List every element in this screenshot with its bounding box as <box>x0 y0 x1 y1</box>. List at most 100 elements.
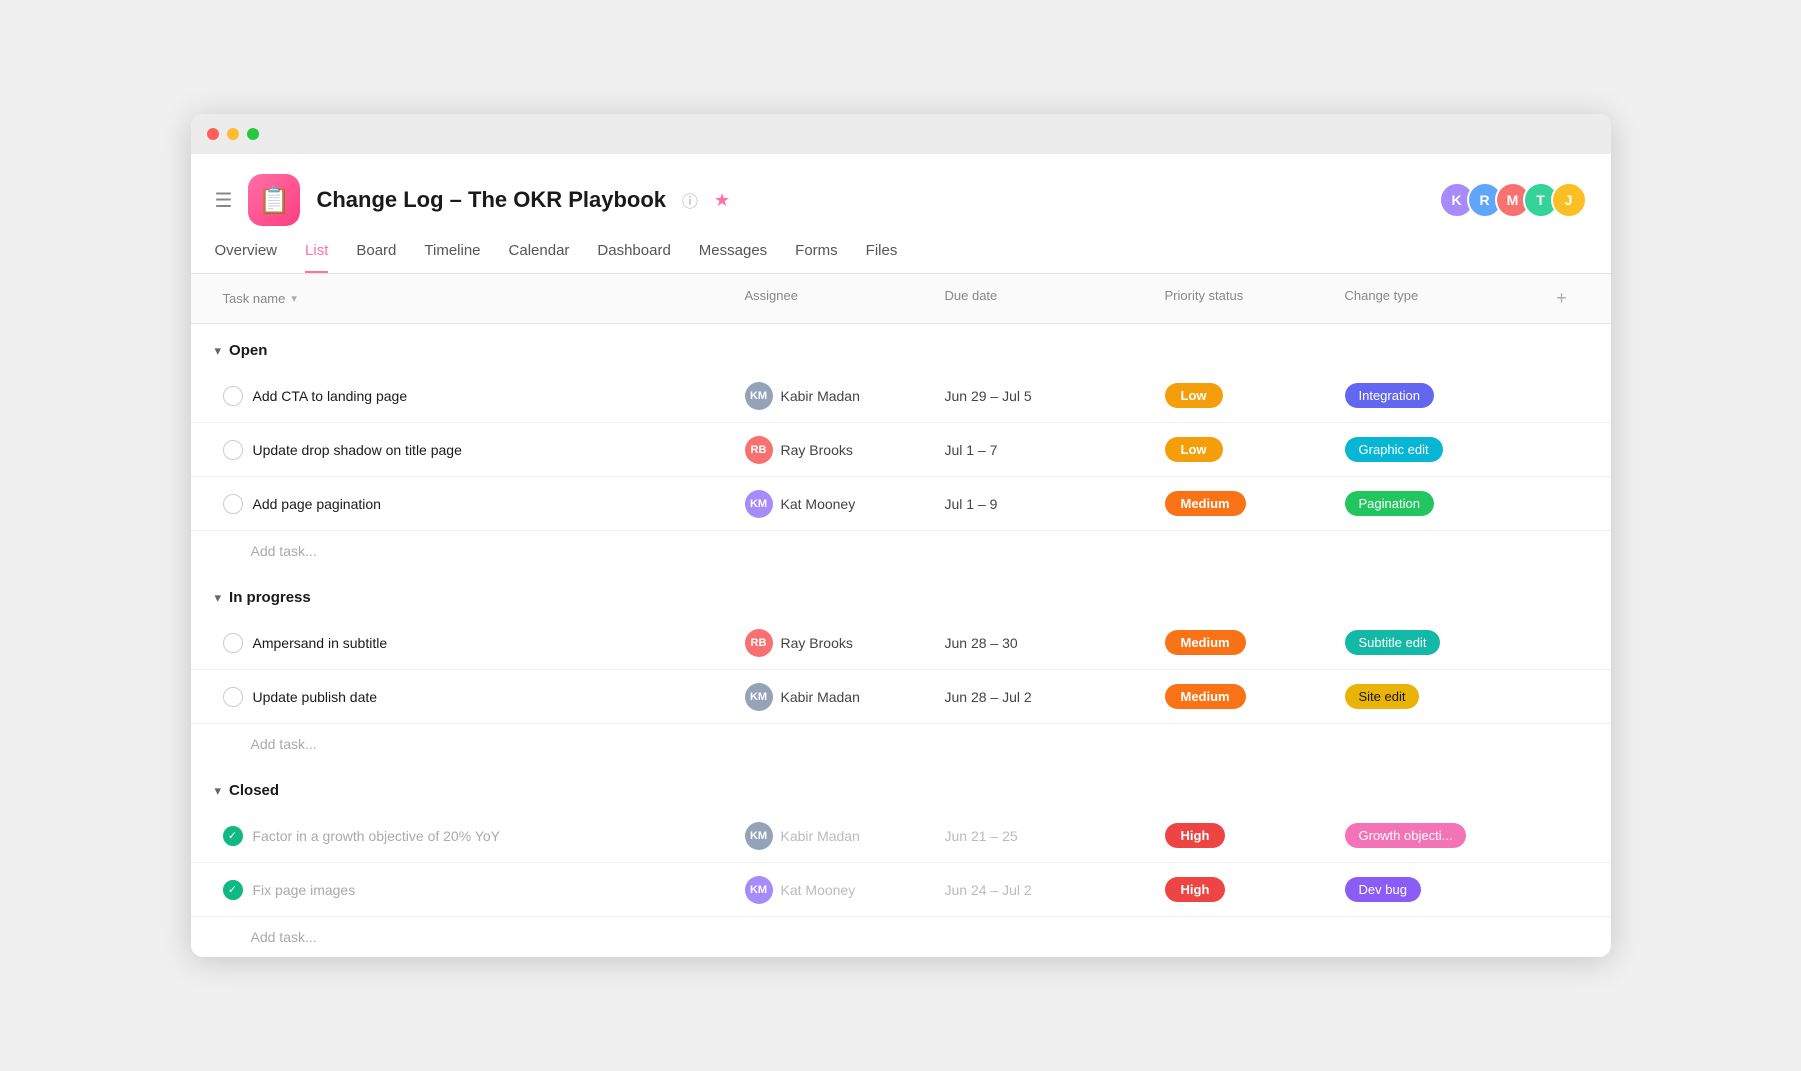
priority-cell: Medium <box>1157 483 1337 524</box>
task-name-text: Fix page images <box>253 882 356 898</box>
task-name-cell: Add page pagination <box>215 486 737 522</box>
task-name-text: Add page pagination <box>253 496 381 512</box>
priority-badge: High <box>1165 877 1226 902</box>
check-icon[interactable]: ✓ <box>223 826 243 846</box>
check-icon[interactable]: ✓ <box>223 880 243 900</box>
priority-badge: Low <box>1165 383 1223 408</box>
tab-overview[interactable]: Overview <box>215 242 278 273</box>
check-icon[interactable] <box>223 386 243 406</box>
priority-cell: High <box>1157 869 1337 910</box>
assignee-name: Ray Brooks <box>781 635 853 651</box>
add-column-button[interactable]: + <box>1537 274 1587 323</box>
nav-tabs: Overview List Board Timeline Calendar Da… <box>191 226 1611 274</box>
tab-messages[interactable]: Messages <box>699 242 767 273</box>
section-header-closed[interactable]: ▾ Closed <box>191 764 1611 809</box>
priority-badge: High <box>1165 823 1226 848</box>
priority-cell: Low <box>1157 375 1337 416</box>
check-icon[interactable] <box>223 494 243 514</box>
task-name-text: Add CTA to landing page <box>253 388 408 404</box>
section-title: Open <box>229 342 267 359</box>
assignee-cell: RB Ray Brooks <box>737 621 937 665</box>
app-icon: 📋 <box>248 174 300 226</box>
add-task-button[interactable]: Add task... <box>191 724 1611 764</box>
change-type-cell: Subtitle edit <box>1337 622 1537 663</box>
col-assignee: Assignee <box>737 274 937 323</box>
project-title: Change Log – The OKR Playbook <box>316 187 666 213</box>
tab-files[interactable]: Files <box>866 242 898 273</box>
priority-cell: Medium <box>1157 676 1337 717</box>
check-icon[interactable] <box>223 440 243 460</box>
task-name-text: Update drop shadow on title page <box>253 442 462 458</box>
due-date-cell: Jun 28 – 30 <box>937 627 1157 659</box>
section-in-progress: ▾ In progress Ampersand in subtitle RB R… <box>191 571 1611 764</box>
task-name-cell: Add CTA to landing page <box>215 378 737 414</box>
table-row[interactable]: Add page pagination KM Kat Mooney Jul 1 … <box>191 477 1611 531</box>
assignee-avatar: RB <box>745 436 773 464</box>
task-name-cell: Update publish date <box>215 679 737 715</box>
assignee-avatar: KM <box>745 876 773 904</box>
tab-forms[interactable]: Forms <box>795 242 838 273</box>
priority-cell: Low <box>1157 429 1337 470</box>
section-title: Closed <box>229 782 279 799</box>
check-icon[interactable] <box>223 633 243 653</box>
change-type-cell: Site edit <box>1337 676 1537 717</box>
tab-list[interactable]: List <box>305 242 328 273</box>
section-header-in-progress[interactable]: ▾ In progress <box>191 571 1611 616</box>
add-task-button[interactable]: Add task... <box>191 531 1611 571</box>
assignee-cell: KM Kabir Madan <box>737 374 937 418</box>
add-task-button[interactable]: Add task... <box>191 917 1611 957</box>
due-date-cell: Jun 28 – Jul 2 <box>937 681 1157 713</box>
table-row[interactable]: Ampersand in subtitle RB Ray Brooks Jun … <box>191 616 1611 670</box>
star-icon[interactable]: ★ <box>714 190 730 211</box>
avatars-group: K R M T J <box>1439 182 1587 218</box>
maximize-button[interactable] <box>247 128 259 140</box>
section-title: In progress <box>229 589 311 606</box>
header: ☰ 📋 Change Log – The OKR Playbook ⓘ ★ K … <box>191 154 1611 226</box>
table-row[interactable]: Add CTA to landing page KM Kabir Madan J… <box>191 369 1611 423</box>
assignee-name: Kat Mooney <box>781 496 856 512</box>
assignee-cell: KM Kabir Madan <box>737 675 937 719</box>
table-row[interactable]: ✓ Fix page images KM Kat Mooney Jun 24 –… <box>191 863 1611 917</box>
change-type-badge: Graphic edit <box>1345 437 1443 462</box>
assignee-name: Kabir Madan <box>781 689 860 705</box>
close-button[interactable] <box>207 128 219 140</box>
tab-timeline[interactable]: Timeline <box>424 242 480 273</box>
section-closed: ▾ Closed ✓ Factor in a growth objective … <box>191 764 1611 957</box>
assignee-name: Ray Brooks <box>781 442 853 458</box>
due-date-cell: Jun 24 – Jul 2 <box>937 874 1157 906</box>
sort-arrow-icon[interactable]: ▾ <box>291 292 297 305</box>
col-due-date: Due date <box>937 274 1157 323</box>
assignee-avatar: KM <box>745 683 773 711</box>
priority-badge: Medium <box>1165 491 1246 516</box>
task-name-text: Factor in a growth objective of 20% YoY <box>253 828 500 844</box>
change-type-cell: Graphic edit <box>1337 429 1537 470</box>
priority-cell: High <box>1157 815 1337 856</box>
due-date-cell: Jun 29 – Jul 5 <box>937 380 1157 412</box>
change-type-cell: Pagination <box>1337 483 1537 524</box>
assignee-name: Kabir Madan <box>781 828 860 844</box>
due-date-cell: Jul 1 – 7 <box>937 434 1157 466</box>
tab-calendar[interactable]: Calendar <box>509 242 570 273</box>
change-type-cell: Integration <box>1337 375 1537 416</box>
table-row[interactable]: Update drop shadow on title page RB Ray … <box>191 423 1611 477</box>
table-row[interactable]: ✓ Factor in a growth objective of 20% Yo… <box>191 809 1611 863</box>
menu-icon[interactable]: ☰ <box>215 188 233 213</box>
col-priority-status: Priority status <box>1157 274 1337 323</box>
assignee-name: Kabir Madan <box>781 388 860 404</box>
table-row[interactable]: Update publish date KM Kabir Madan Jun 2… <box>191 670 1611 724</box>
minimize-button[interactable] <box>227 128 239 140</box>
assignee-cell: KM Kabir Madan <box>737 814 937 858</box>
assignee-cell: KM Kat Mooney <box>737 482 937 526</box>
change-type-badge: Pagination <box>1345 491 1434 516</box>
task-name-cell: Update drop shadow on title page <box>215 432 737 468</box>
tab-dashboard[interactable]: Dashboard <box>597 242 670 273</box>
check-icon[interactable] <box>223 687 243 707</box>
app-body: ☰ 📋 Change Log – The OKR Playbook ⓘ ★ K … <box>191 154 1611 957</box>
info-icon[interactable]: ⓘ <box>682 188 698 212</box>
assignee-avatar: RB <box>745 629 773 657</box>
priority-badge: Low <box>1165 437 1223 462</box>
change-type-badge: Site edit <box>1345 684 1420 709</box>
tab-board[interactable]: Board <box>356 242 396 273</box>
section-header-open[interactable]: ▾ Open <box>191 324 1611 369</box>
change-type-badge: Dev bug <box>1345 877 1421 902</box>
